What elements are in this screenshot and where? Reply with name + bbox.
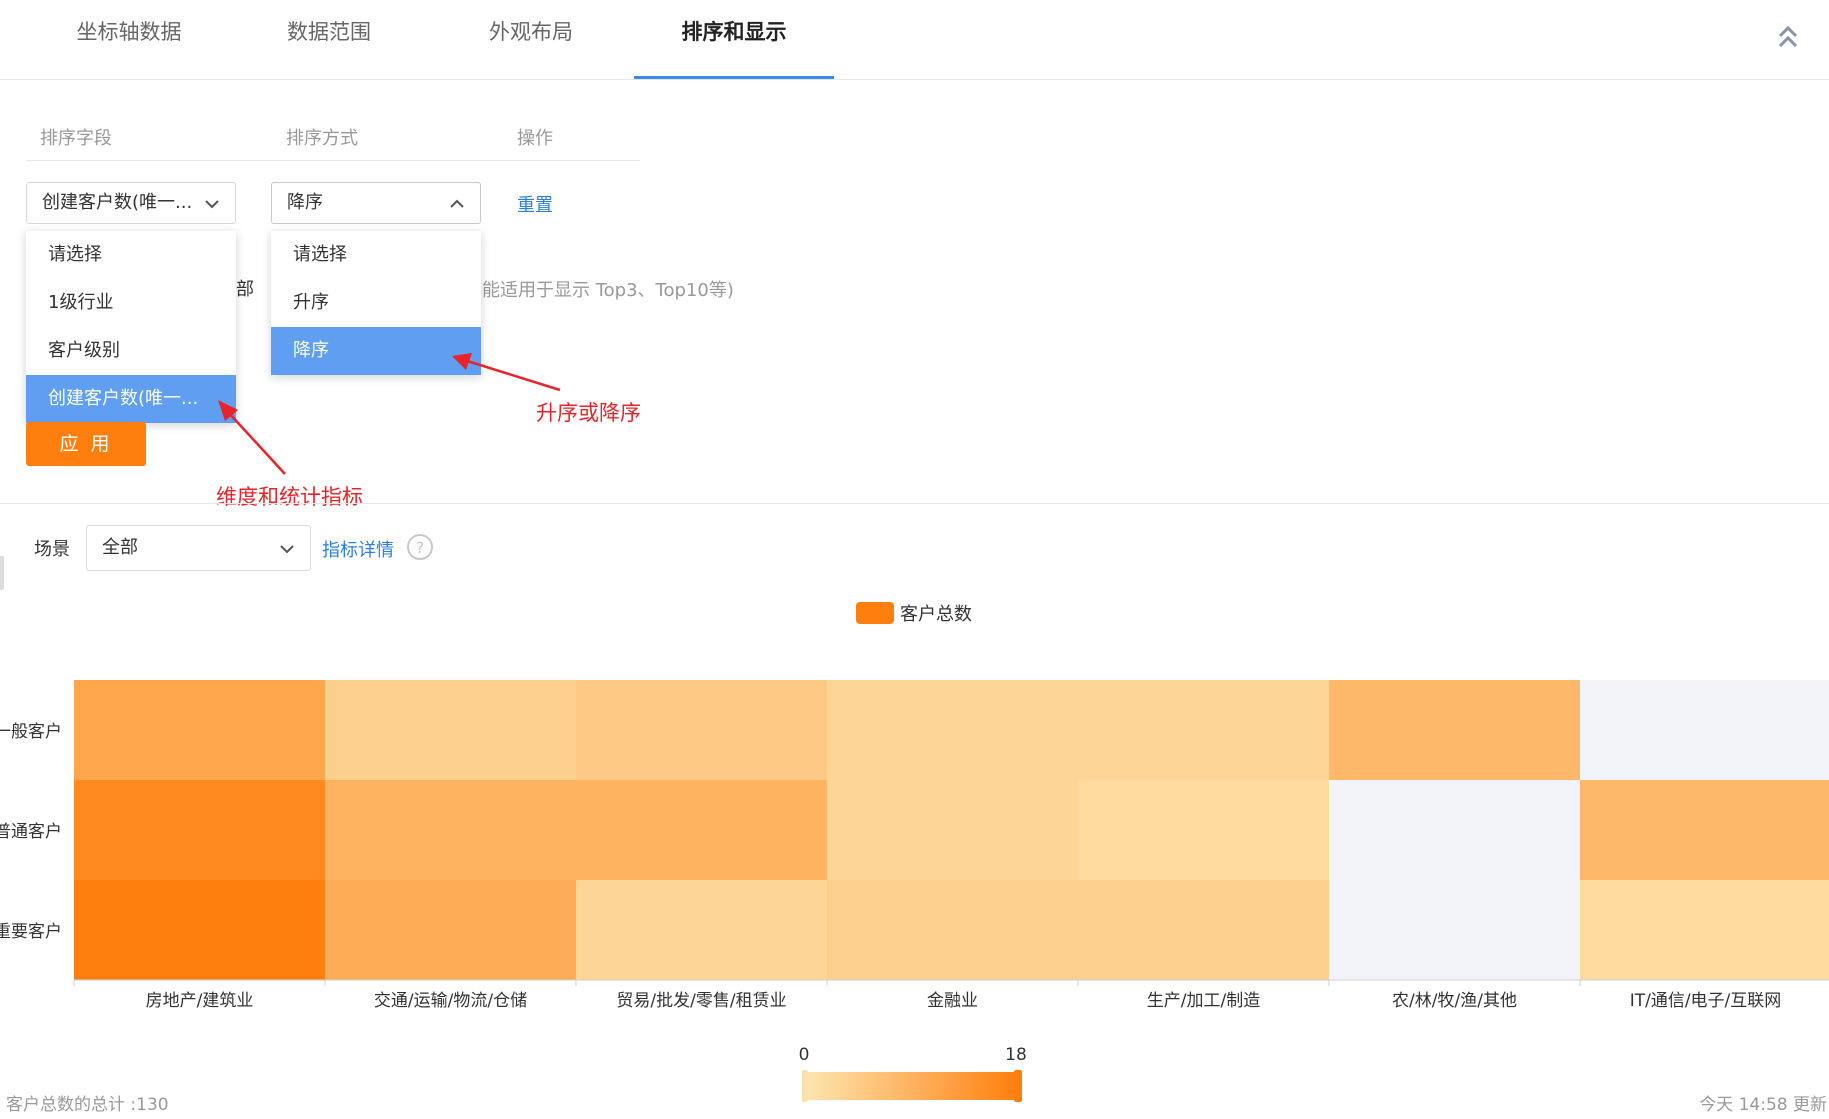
visual-map-bar [804,1072,1018,1100]
heatmap-cell[interactable] [1580,680,1829,780]
x-axis-label: 生产/加工/制造 [1147,991,1260,1011]
heatmap-cell[interactable] [1329,680,1580,780]
header-sort-field: 排序字段 [40,128,112,149]
sort-field-value: 创建客户数(唯一... [42,192,193,213]
sort-method-select[interactable]: 降序 [271,182,481,224]
field-option[interactable]: 1级行业 [26,279,236,327]
update-time: 今天 14:58 更新 [1699,1095,1827,1115]
tab-data-range[interactable]: 数据范围 [254,0,404,80]
heatmap-cell[interactable] [325,780,576,880]
heatmap-cell[interactable] [576,780,827,880]
heatmap-cell[interactable] [1078,680,1329,780]
x-axis-label: 房地产/建筑业 [146,991,254,1011]
header-sort-method: 排序方式 [286,128,358,149]
tab-appearance-layout[interactable]: 外观布局 [456,0,606,80]
y-axis-label: 一般客户 [0,722,62,742]
field-option[interactable]: 客户级别 [26,327,236,375]
chevron-up-icon [450,199,464,208]
legend-swatch[interactable] [856,602,894,624]
side-handle[interactable] [0,556,4,590]
scene-value: 全部 [102,537,138,558]
method-option[interactable]: 升序 [271,279,481,327]
heatmap-cell[interactable] [74,680,325,780]
heatmap-cell[interactable] [576,680,827,780]
chevron-down-icon [280,545,294,554]
heatmap-cell[interactable] [1329,880,1580,980]
heatmap-cell[interactable] [827,780,1078,880]
sort-method-dropdown: 请选择 升序 降序 [271,231,481,375]
scene-label: 场景 [34,539,70,560]
scene-select[interactable]: 全部 [86,525,311,571]
section-divider [0,503,1829,504]
tab-bar: 坐标轴数据 数据范围 外观布局 排序和显示 [0,0,1829,80]
heatmap-cell[interactable] [74,780,325,880]
arrow-to-field [227,411,286,475]
visual-map-handle-min [802,1070,808,1102]
x-axis-label: 贸易/批发/零售/租赁业 [616,991,786,1011]
sort-field-dropdown: 请选择 1级行业 客户级别 创建客户数(唯一... [26,231,236,423]
visual-map-handle-max [1014,1070,1022,1102]
total-summary: 客户总数的总计 :130 [6,1095,169,1115]
heatmap-cell[interactable] [827,880,1078,980]
display-hint-text: 能适用于显示 Top3、Top10等) [482,280,734,301]
heatmap-cell[interactable] [74,880,325,980]
field-option[interactable]: 请选择 [26,231,236,279]
heatmap-cell[interactable] [1580,780,1829,880]
collapse-up-icon[interactable] [1774,22,1802,50]
tab-sort-display[interactable]: 排序和显示 [634,0,834,80]
header-divider [26,160,640,161]
heatmap-cell[interactable] [1580,880,1829,980]
annotation-method: 升序或降序 [536,401,641,425]
metric-detail-link[interactable]: 指标详情 [322,536,394,562]
heatmap-chart: 一般客户普通客户重要客户房地产/建筑业 交通/运输/物流/仓储 贸易/批发/零售/租… [0,680,1829,1102]
method-option-selected[interactable]: 降序 [271,327,481,375]
heatmap-cell[interactable] [576,880,827,980]
apply-button[interactable]: 应 用 [26,422,146,466]
svg-text:?: ? [416,538,425,557]
active-tab-indicator [634,76,834,79]
heatmap-cell[interactable] [325,880,576,980]
method-option[interactable]: 请选择 [271,231,481,279]
tab-axis-data[interactable]: 坐标轴数据 [54,0,204,80]
heatmap-cell[interactable] [827,680,1078,780]
x-axis-label: 农/林/牧/渔/其他 [1392,991,1517,1011]
heatmap-cell[interactable] [1078,880,1329,980]
sort-field-select[interactable]: 创建客户数(唯一... [26,182,236,224]
heatmap-cell[interactable] [1329,780,1580,880]
reset-link[interactable]: 重置 [517,191,553,217]
heatmap-cell[interactable] [1078,780,1329,880]
x-axis-label: IT/通信/电子/互联网 [1630,991,1782,1011]
legend-label: 客户总数 [900,604,972,625]
x-axis-label: 金融业 [927,991,978,1011]
visual-map-max-label: 18 [1005,1045,1027,1065]
visual-map-min-label: 0 [799,1045,810,1065]
annotation-field: 维度和统计指标 [216,485,363,509]
header-action: 操作 [517,128,553,149]
partial-select-text: 部 [236,279,254,300]
chevron-down-icon [205,200,219,209]
heatmap-cell[interactable] [325,680,576,780]
help-icon[interactable]: ? [406,533,434,561]
y-axis-label: 重要客户 [0,922,62,942]
x-axis-label: 交通/运输/物流/仓储 [374,991,527,1011]
sort-method-value: 降序 [287,192,323,213]
field-option-selected[interactable]: 创建客户数(唯一... [26,375,236,423]
y-axis-label: 普通客户 [0,822,62,842]
